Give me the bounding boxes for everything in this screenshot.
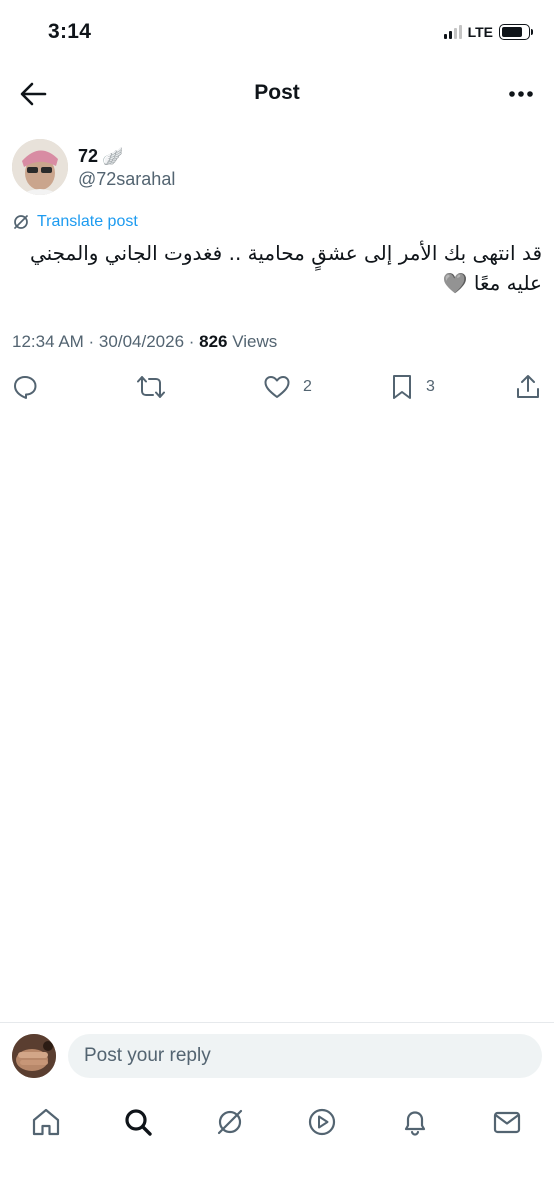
bookmark-count: 3 [426, 378, 435, 395]
repost-icon [137, 376, 165, 398]
more-button[interactable] [506, 82, 536, 106]
current-user-avatar-image [12, 1034, 56, 1078]
nav-messages[interactable] [489, 1104, 525, 1140]
nav-grok[interactable] [212, 1104, 248, 1140]
battery-icon [499, 24, 533, 40]
current-user-avatar[interactable] [12, 1034, 56, 1078]
post-author[interactable]: 72 🪽 @72sarahal [12, 139, 532, 197]
reply-button[interactable] [12, 372, 38, 402]
bookmark-button[interactable]: 3 [390, 372, 435, 402]
like-count: 2 [303, 378, 312, 395]
post-timestamp[interactable]: 12:34 AM · 30/04/2026 · [12, 332, 199, 351]
reply-input[interactable] [68, 1034, 542, 1078]
post-text: قد انتهى بك الأمر إلى عشقٍ محامية .. فغد… [12, 238, 542, 298]
display-name-text: 72 [78, 146, 99, 166]
status-indicators: LTE [443, 24, 533, 40]
author-handle[interactable]: @72sarahal [78, 169, 175, 190]
network-label: LTE [467, 24, 493, 40]
grok-icon [14, 215, 28, 229]
post-header: Post [0, 66, 554, 122]
status-time: 3:14 [48, 20, 92, 43]
like-button[interactable]: 2 [263, 372, 312, 402]
search-icon [125, 1109, 152, 1136]
translate-post-button[interactable]: Translate post [12, 213, 138, 231]
messages-icon [493, 1111, 521, 1134]
more-horizontal-icon [509, 91, 533, 97]
author-name[interactable]: 72 🪽 [78, 146, 123, 167]
translate-label: Translate post [37, 213, 138, 230]
grok-icon [217, 1109, 243, 1135]
share-icon [517, 375, 539, 398]
bookmark-icon [393, 375, 411, 399]
repost-button[interactable] [136, 372, 166, 402]
nav-home[interactable] [28, 1104, 64, 1140]
avatar[interactable] [12, 139, 68, 195]
views-label: Views [227, 332, 278, 351]
post-text-line1: قد انتهى بك الأمر إلى عشقٍ محامية .. فغد… [29, 241, 542, 265]
notifications-icon [404, 1111, 426, 1136]
views-count: 826 [199, 332, 228, 351]
post-text-line2: عليه معًا 🩶 [442, 271, 542, 295]
bottom-nav [0, 1100, 554, 1146]
nav-notifications[interactable] [397, 1104, 433, 1140]
status-bar: 3:14 LTE [0, 0, 554, 66]
home-icon [32, 1108, 60, 1136]
wing-emoji: 🪽 [102, 146, 124, 166]
nav-video[interactable] [304, 1104, 340, 1140]
reply-icon [14, 376, 37, 399]
avatar-image [12, 139, 68, 195]
signal-icon [443, 25, 462, 39]
share-button[interactable] [515, 372, 541, 402]
page-title: Post [254, 81, 300, 104]
post-meta: 12:34 AM · 30/04/2026 · 826 Views [12, 332, 277, 352]
post-actions: 2 3 [0, 372, 554, 402]
reply-bar [0, 1022, 554, 1088]
video-icon [308, 1108, 336, 1136]
nav-search[interactable] [120, 1104, 156, 1140]
heart-icon [264, 376, 290, 398]
